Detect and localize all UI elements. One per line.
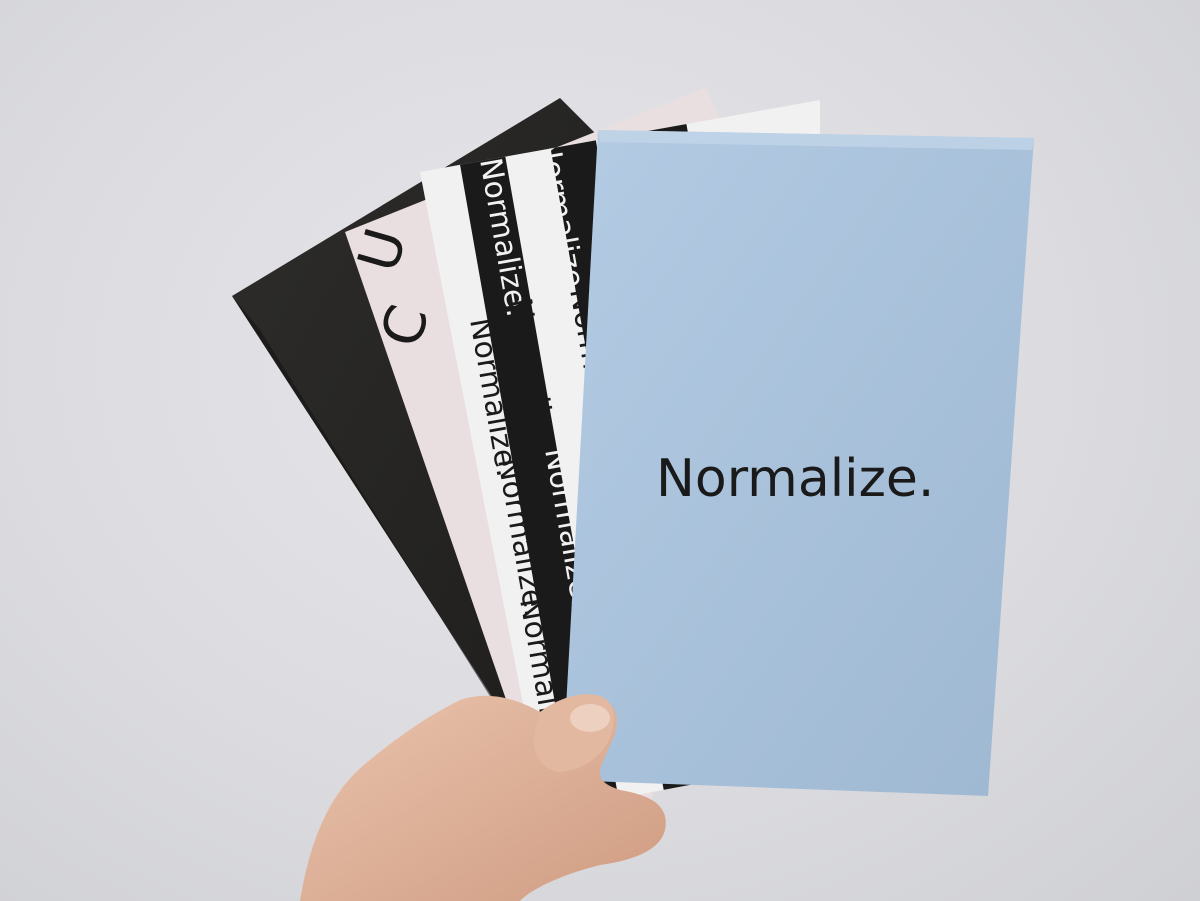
photo-scene: U C Normalize. Normalize. Normalize. Nor… — [0, 0, 1200, 901]
hand — [300, 694, 666, 901]
thumbnail — [570, 704, 610, 732]
blue-booklet-title: Normalize. — [656, 449, 934, 509]
booklets-illustration: U C Normalize. Normalize. Normalize. Nor… — [232, 88, 1034, 901]
